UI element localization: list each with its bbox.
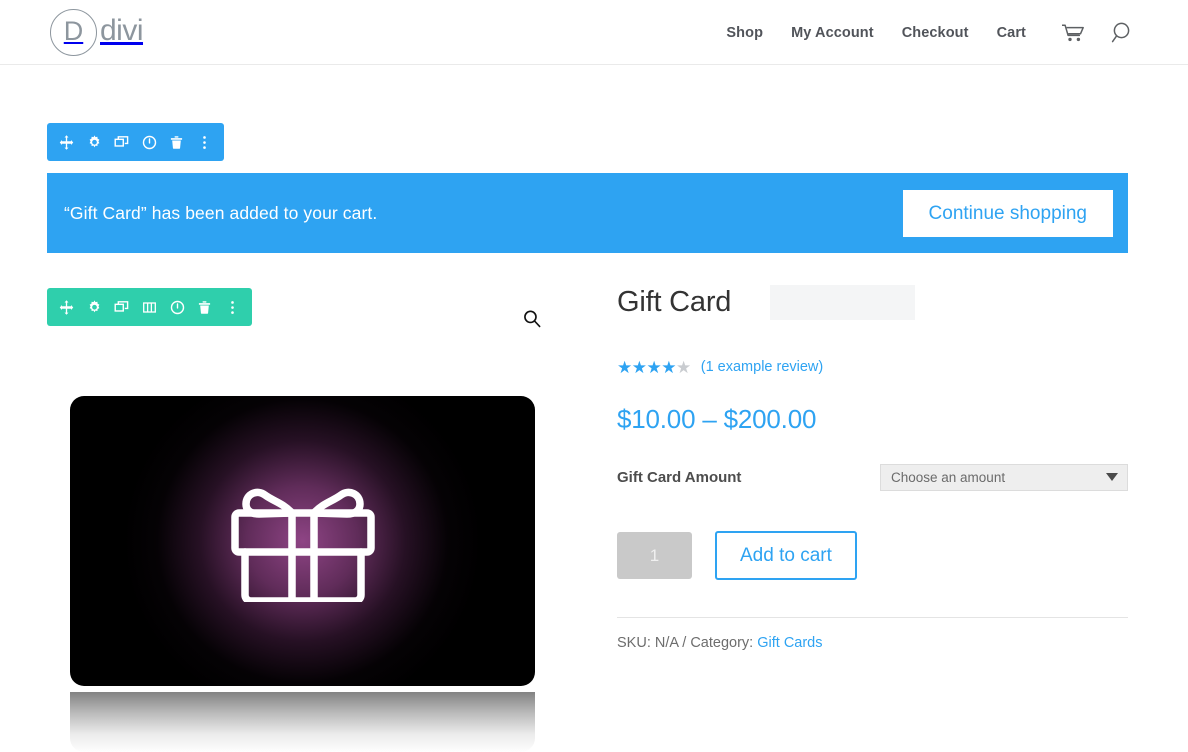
builder-row-toolbar bbox=[47, 288, 252, 326]
continue-shopping-button[interactable]: Continue shopping bbox=[902, 189, 1113, 237]
trash-icon[interactable] bbox=[163, 123, 191, 161]
product-image-reflection bbox=[70, 692, 535, 752]
product-image[interactable] bbox=[70, 396, 535, 686]
variation-selected-value: Choose an amount bbox=[891, 469, 1006, 485]
nav-item-checkout[interactable]: Checkout bbox=[888, 25, 983, 41]
power-icon[interactable] bbox=[163, 288, 191, 326]
nav-item-cart[interactable]: Cart bbox=[983, 25, 1040, 41]
star-empty-icon: ★ bbox=[676, 357, 691, 377]
nav-item-shop[interactable]: Shop bbox=[712, 25, 777, 41]
product-meta: SKU: N/A / Category: Gift Cards bbox=[617, 635, 1128, 651]
duplicate-icon[interactable] bbox=[108, 123, 136, 161]
star-filled-icon: ★ bbox=[661, 357, 676, 377]
gift-box-icon bbox=[230, 475, 375, 607]
cart-notice-banner: “Gift Card” has been added to your cart.… bbox=[47, 173, 1128, 253]
variation-label: Gift Card Amount bbox=[617, 468, 742, 486]
divider bbox=[617, 617, 1128, 618]
columns-icon[interactable] bbox=[136, 288, 164, 326]
product-summary: Gift Card ★ ★ ★ ★ ★ (1 example review) $… bbox=[617, 280, 1128, 651]
star-filled-icon: ★ bbox=[646, 357, 662, 377]
nav-item-my-account[interactable]: My Account bbox=[777, 25, 888, 41]
search-icon[interactable] bbox=[1108, 0, 1138, 65]
cart-notice-message: “Gift Card” has been added to your cart. bbox=[64, 202, 378, 223]
more-options-icon[interactable] bbox=[218, 288, 246, 326]
title-placeholder-box bbox=[770, 284, 916, 320]
main-navigation: Shop My Account Checkout Cart bbox=[712, 0, 1040, 65]
gift-card-amount-select[interactable]: Choose an amount bbox=[880, 463, 1128, 491]
review-count-link[interactable]: (1 example review) bbox=[701, 359, 824, 375]
move-icon[interactable] bbox=[53, 123, 81, 161]
product-title-row: Gift Card bbox=[617, 280, 1128, 324]
logo-text: divi bbox=[100, 13, 144, 47]
shopping-cart-icon[interactable] bbox=[1058, 0, 1088, 65]
star-rating: ★ ★ ★ ★ ★ bbox=[617, 359, 691, 376]
gear-icon[interactable] bbox=[81, 288, 109, 326]
star-filled-icon: ★ bbox=[631, 357, 647, 377]
site-header: D divi Shop My Account Checkout Cart bbox=[0, 0, 1188, 65]
duplicate-icon[interactable] bbox=[108, 288, 136, 326]
logo-circle-icon: D bbox=[50, 8, 97, 56]
product-rating: ★ ★ ★ ★ ★ (1 example review) bbox=[617, 357, 1128, 377]
gear-icon[interactable] bbox=[81, 123, 109, 161]
category-link[interactable]: Gift Cards bbox=[757, 635, 822, 651]
more-options-icon[interactable] bbox=[191, 123, 219, 161]
product-price: $10.00 – $200.00 bbox=[617, 404, 817, 434]
site-logo[interactable]: D divi bbox=[50, 8, 144, 56]
page-title: Gift Card bbox=[617, 285, 732, 318]
trash-icon[interactable] bbox=[191, 288, 219, 326]
quantity-input[interactable] bbox=[617, 532, 692, 579]
add-to-cart-button[interactable]: Add to cart bbox=[715, 531, 857, 580]
product-meta-text: SKU: N/A / Category: bbox=[617, 635, 758, 651]
chevron-down-icon bbox=[1106, 473, 1118, 481]
builder-section-toolbar bbox=[47, 123, 224, 161]
move-icon[interactable] bbox=[53, 288, 81, 326]
variation-row: Gift Card Amount Choose an amount bbox=[617, 463, 1128, 491]
magnifier-icon[interactable] bbox=[517, 304, 547, 334]
add-to-cart-row: Add to cart bbox=[617, 531, 1128, 580]
power-icon[interactable] bbox=[136, 123, 164, 161]
star-filled-icon: ★ bbox=[617, 357, 632, 377]
